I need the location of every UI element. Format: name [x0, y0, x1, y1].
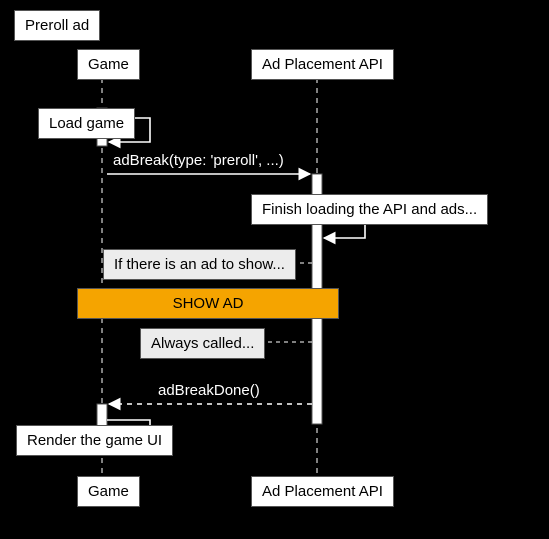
participant-game-top: Game [77, 49, 140, 80]
participant-api-bottom: Ad Placement API [251, 476, 394, 507]
participant-game-bottom: Game [77, 476, 140, 507]
step-adbreak-done: adBreakDone() [158, 382, 260, 399]
participant-api-top: Ad Placement API [251, 49, 394, 80]
step-render-ui: Render the game UI [16, 425, 173, 456]
step-show-ad: SHOW AD [77, 288, 339, 319]
step-load-game: Load game [38, 108, 135, 139]
step-finish-loading: Finish loading the API and ads... [251, 194, 488, 225]
note-always-called: Always called... [140, 328, 265, 359]
step-adbreak-call: adBreak(type: 'preroll', ...) [113, 152, 284, 169]
diagram-title: Preroll ad [14, 10, 100, 41]
note-if-ad: If there is an ad to show... [103, 249, 296, 280]
